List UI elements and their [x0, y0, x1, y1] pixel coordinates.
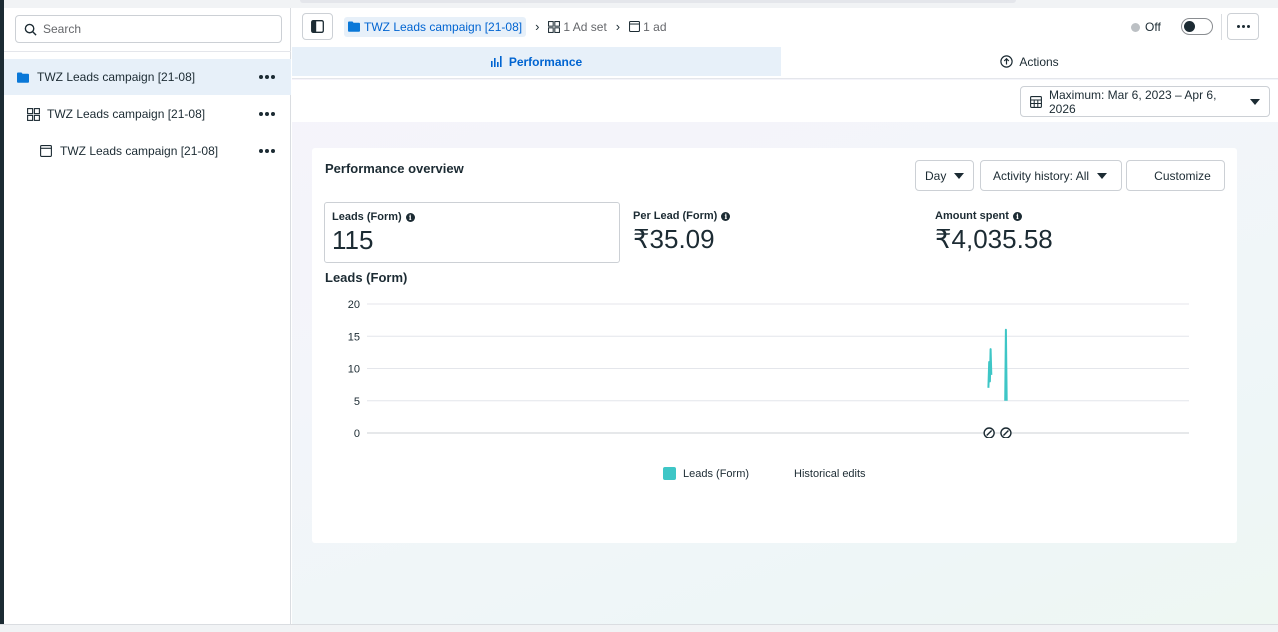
breadcrumb: TWZ Leads campaign [21-08] › 1 Ad set › …: [344, 16, 667, 37]
chart-legend: Leads (Form) Historical edits: [663, 467, 866, 480]
performance-overview-card: Performance overview Day Activity histor…: [312, 148, 1237, 543]
date-range-row: Maximum: Mar 6, 2023 – Apr 6, 2026: [292, 80, 1278, 122]
info-icon[interactable]: i: [721, 211, 731, 221]
tree-item-adset[interactable]: TWZ Leads campaign [21-08]: [4, 96, 291, 132]
chevron-right-icon: ›: [615, 19, 621, 34]
toggle-sidebar-button[interactable]: [302, 13, 333, 40]
tree-item-campaign[interactable]: TWZ Leads campaign [21-08]: [4, 59, 291, 95]
tree-item-label: TWZ Leads campaign [21-08]: [37, 70, 196, 84]
tree-item-label: TWZ Leads campaign [21-08]: [60, 144, 219, 158]
metric-value: ₹4,035.58: [935, 224, 1053, 254]
folder-icon: [16, 70, 30, 84]
breadcrumb-adset-label: 1 Ad set: [563, 19, 607, 34]
breadcrumb-ad-label: 1 ad: [643, 19, 667, 34]
tab-actions-label: Actions: [1019, 54, 1059, 69]
y-tick-label: 15: [348, 331, 360, 343]
sidebar: TWZ Leads campaign [21-08] TWZ Leads cam…: [4, 8, 291, 624]
search-icon: [24, 23, 37, 36]
date-range-picker[interactable]: Maximum: Mar 6, 2023 – Apr 6, 2026: [1020, 86, 1270, 117]
sidebar-panel-icon: [311, 20, 324, 33]
tab-performance-label: Performance: [508, 54, 583, 69]
legend-series-label: Leads (Form): [683, 467, 750, 480]
legend-swatch: [663, 467, 676, 480]
delivery-status: Off: [1131, 20, 1161, 34]
main-panel: TWZ Leads campaign [21-08] › 1 Ad set › …: [292, 8, 1278, 624]
tabs: Performance Actions: [292, 47, 1278, 79]
info-icon[interactable]: i: [405, 212, 415, 222]
chart-title: Leads (Form): [325, 270, 408, 285]
metric-amount-spent[interactable]: Amount spent i ₹4,035.58: [928, 202, 1224, 263]
more-options-button[interactable]: [1227, 13, 1259, 40]
breadcrumb-campaign-label: TWZ Leads campaign [21-08]: [364, 19, 523, 34]
status-dot-icon: [1131, 22, 1140, 32]
chevron-right-icon: ›: [535, 19, 540, 34]
tab-actions[interactable]: Actions: [781, 47, 1278, 76]
tree-item-label: TWZ Leads campaign [21-08]: [47, 107, 206, 121]
metric-value: 115: [332, 225, 374, 255]
leads-line-chart: 05101520Mar 6, 2023Dec 13, 2023Sep 20, 2…: [348, 299, 1189, 438]
legend-historical-label: Historical edits: [794, 467, 866, 480]
y-tick-label: 5: [354, 396, 360, 408]
metric-leads[interactable]: Leads (Form) i 115: [324, 202, 620, 263]
chevron-down-icon: [1250, 98, 1260, 105]
tree-item-ad[interactable]: TWZ Leads campaign [21-08]: [4, 133, 291, 169]
metric-label: Per Lead (Form): [633, 210, 718, 222]
granularity-label: Day: [925, 168, 947, 183]
header: TWZ Leads campaign [21-08] › 1 Ad set › …: [292, 8, 1278, 47]
calendar-icon: [1030, 95, 1042, 108]
metric-label: Leads (Form): [332, 211, 402, 223]
ad-set-grid-icon: [26, 107, 40, 121]
activity-history-dropdown[interactable]: Activity history: All: [980, 160, 1122, 191]
actions-arrow-icon: [1000, 55, 1014, 68]
y-tick-label: 0: [354, 428, 360, 438]
customize-label: Customize: [1154, 168, 1211, 183]
activity-history-label: Activity history: All: [993, 168, 1090, 183]
ad-icon: [629, 21, 641, 32]
metric-per-lead[interactable]: Per Lead (Form) i ₹35.09: [626, 202, 922, 263]
chevron-down-icon: [954, 172, 965, 179]
bar-chart-icon: [490, 56, 502, 67]
breadcrumb-adset[interactable]: 1 Ad set: [548, 19, 607, 34]
ad-icon: [39, 144, 53, 158]
customize-button[interactable]: Customize: [1126, 160, 1225, 191]
header-divider: [1221, 14, 1222, 40]
metric-value: ₹35.09: [633, 224, 715, 254]
metric-label: Amount spent: [935, 210, 1009, 222]
campaign-on-off-toggle[interactable]: [1181, 18, 1213, 35]
series-line: [1004, 328, 1008, 401]
search-box[interactable]: [15, 15, 282, 43]
bottom-strip: [0, 624, 1278, 632]
sidebar-divider: [4, 51, 291, 52]
status-label: Off: [1145, 20, 1161, 34]
more-options-icon[interactable]: [257, 106, 277, 122]
search-input[interactable]: [43, 22, 263, 36]
date-range-label: Maximum: Mar 6, 2023 – Apr 6, 2026: [1049, 87, 1217, 116]
more-options-icon[interactable]: [257, 143, 277, 159]
y-tick-label: 20: [348, 299, 360, 311]
breadcrumb-ad[interactable]: 1 ad: [629, 19, 667, 34]
info-icon[interactable]: i: [1012, 211, 1022, 221]
granularity-dropdown[interactable]: Day: [915, 160, 974, 191]
chevron-down-icon: [1097, 172, 1108, 179]
series-line: [987, 348, 993, 388]
card-title: Performance overview: [325, 161, 464, 176]
y-tick-label: 10: [348, 364, 360, 376]
top-strip: [0, 0, 1278, 8]
tab-performance[interactable]: Performance: [292, 47, 781, 76]
more-options-icon[interactable]: [257, 69, 277, 85]
breadcrumb-campaign[interactable]: TWZ Leads campaign [21-08]: [344, 16, 527, 37]
ad-set-grid-icon: [548, 20, 561, 33]
folder-icon: [348, 21, 360, 32]
